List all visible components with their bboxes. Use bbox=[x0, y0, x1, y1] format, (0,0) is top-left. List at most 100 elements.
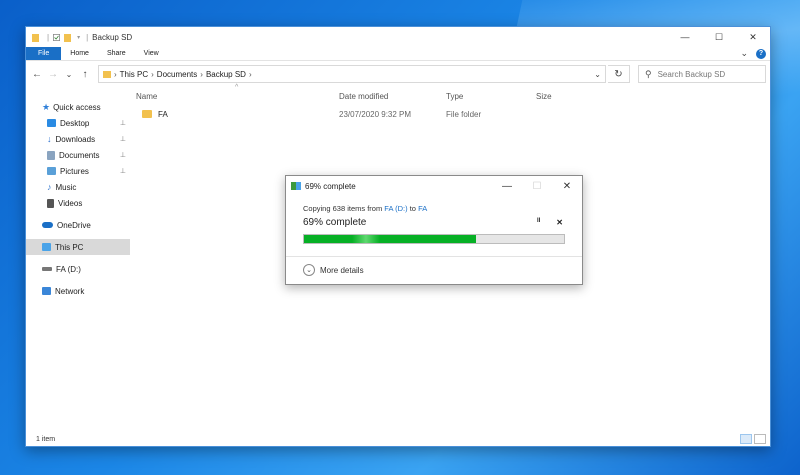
sidebar-item-label: Network bbox=[55, 286, 85, 296]
more-details-label: More details bbox=[320, 265, 364, 275]
folder-icon bbox=[103, 71, 111, 78]
breadcrumb-backup-sd[interactable]: Backup SD bbox=[206, 70, 246, 79]
pin-icon[interactable]: ⊥ bbox=[120, 151, 126, 159]
up-button[interactable]: ↑ bbox=[78, 66, 92, 82]
tab-share[interactable]: Share bbox=[98, 47, 135, 60]
address-dropdown-icon[interactable]: ⌄ bbox=[594, 70, 601, 79]
destination-link[interactable]: FA bbox=[418, 204, 427, 213]
sidebar-item-label: Music bbox=[55, 182, 77, 192]
more-details-button[interactable]: ⌄ More details bbox=[303, 264, 364, 276]
videos-icon bbox=[47, 198, 54, 208]
copy-to-word: to bbox=[407, 204, 419, 213]
search-input[interactable]: ⚲ Search Backup SD bbox=[638, 65, 766, 83]
sidebar-item-network[interactable]: Network bbox=[26, 283, 130, 299]
documents-icon bbox=[47, 150, 55, 160]
folder-icon bbox=[142, 110, 152, 119]
copy-progress-dialog: 69% complete — ☐ ✕ Copying 638 items fro… bbox=[285, 175, 583, 285]
download-icon: ↓ bbox=[47, 134, 52, 144]
column-size[interactable]: Size bbox=[530, 87, 590, 105]
window-title: Backup SD bbox=[92, 32, 133, 42]
navigation-bar: ← → ⌄ ↑ › This PC › Documents › Backup S… bbox=[26, 61, 770, 87]
maximize-button[interactable]: ☐ bbox=[702, 27, 736, 47]
column-headers: Name Date modified Type Size bbox=[130, 87, 770, 105]
breadcrumb-separator[interactable]: › bbox=[249, 70, 252, 79]
refresh-button[interactable]: ↻ bbox=[608, 65, 630, 83]
sidebar-item-label: Downloads bbox=[55, 134, 96, 144]
cloud-icon bbox=[42, 222, 53, 228]
breadcrumb-separator[interactable]: › bbox=[151, 70, 154, 79]
sidebar-item-pictures[interactable]: Pictures ⊥ bbox=[26, 163, 130, 179]
new-folder-icon[interactable] bbox=[64, 33, 72, 42]
computer-icon bbox=[42, 243, 51, 251]
desktop-icon bbox=[47, 119, 56, 127]
file-row[interactable]: FA 23/07/2020 9:32 PM File folder bbox=[130, 105, 770, 123]
minimize-button[interactable]: — bbox=[668, 27, 702, 47]
pin-icon[interactable]: ⊥ bbox=[120, 167, 126, 175]
sidebar-item-label: Quick access bbox=[53, 102, 101, 112]
sort-indicator: ^ bbox=[235, 84, 239, 91]
pin-icon[interactable]: ⊥ bbox=[120, 119, 126, 127]
back-button[interactable]: ← bbox=[30, 66, 44, 82]
folder-icon bbox=[32, 33, 39, 42]
progress-bar bbox=[303, 234, 565, 244]
tab-file[interactable]: File bbox=[26, 47, 62, 60]
expand-ribbon-icon[interactable]: ⌄ bbox=[740, 48, 748, 59]
tab-view[interactable]: View bbox=[135, 47, 168, 60]
search-placeholder: Search Backup SD bbox=[657, 69, 726, 79]
help-icon[interactable]: ? bbox=[756, 48, 766, 59]
column-date-modified[interactable]: Date modified bbox=[333, 87, 440, 105]
sidebar-item-label: OneDrive bbox=[57, 220, 91, 230]
sidebar-item-label: FA (D:) bbox=[56, 264, 81, 274]
pause-button[interactable]: II bbox=[537, 218, 540, 227]
dialog-maximize-button: ☐ bbox=[532, 180, 542, 192]
sidebar-item-desktop[interactable]: Desktop ⊥ bbox=[26, 115, 130, 131]
status-bar: 1 item bbox=[26, 432, 770, 446]
forward-button[interactable]: → bbox=[46, 66, 60, 82]
breadcrumb-documents[interactable]: Documents bbox=[157, 70, 197, 79]
star-icon: ★ bbox=[42, 101, 51, 112]
separator: | bbox=[47, 32, 50, 42]
sidebar-item-label: Videos bbox=[58, 198, 83, 208]
dialog-minimize-button[interactable]: — bbox=[492, 176, 522, 196]
item-count: 1 item bbox=[36, 435, 56, 443]
sidebar-item-quick-access[interactable]: ★ Quick access bbox=[26, 99, 130, 115]
sidebar-item-downloads[interactable]: ↓ Downloads ⊥ bbox=[26, 131, 130, 147]
file-date: 23/07/2020 9:32 PM bbox=[339, 109, 412, 119]
breadcrumb-separator[interactable]: › bbox=[200, 70, 203, 79]
cancel-button[interactable]: ✕ bbox=[556, 218, 563, 227]
large-icons-view-button[interactable] bbox=[754, 434, 766, 444]
address-bar[interactable]: › This PC › Documents › Backup SD › ⌄ bbox=[98, 65, 606, 83]
search-icon: ⚲ bbox=[645, 68, 652, 79]
sidebar-item-label: This PC bbox=[55, 242, 84, 252]
dialog-title: 69% complete bbox=[305, 181, 356, 191]
sidebar-item-music[interactable]: ♪ Music bbox=[26, 179, 130, 195]
sidebar-item-label: Desktop bbox=[60, 118, 90, 128]
ribbon-tabs: File Home Share View ⌄ ? bbox=[26, 47, 770, 61]
breadcrumb-separator[interactable]: › bbox=[114, 70, 117, 79]
pin-icon[interactable]: ⊥ bbox=[120, 135, 126, 143]
sidebar-item-videos[interactable]: Videos bbox=[26, 195, 130, 211]
source-link[interactable]: FA (D:) bbox=[384, 204, 407, 213]
sidebar-item-label: Pictures bbox=[60, 166, 89, 176]
properties-icon[interactable] bbox=[53, 33, 61, 42]
dialog-close-button[interactable]: ✕ bbox=[552, 176, 582, 196]
sidebar-item-this-pc[interactable]: This PC bbox=[26, 239, 130, 255]
tab-home[interactable]: Home bbox=[61, 47, 98, 60]
sidebar-item-documents[interactable]: Documents ⊥ bbox=[26, 147, 130, 163]
breadcrumb-this-pc[interactable]: This PC bbox=[120, 70, 148, 79]
percent-complete: 69% complete bbox=[303, 217, 367, 228]
column-name[interactable]: Name bbox=[130, 87, 333, 105]
music-icon: ♪ bbox=[47, 182, 52, 192]
separator: | bbox=[86, 32, 89, 42]
sidebar-item-label: Documents bbox=[59, 150, 100, 160]
sidebar-item-onedrive[interactable]: OneDrive bbox=[26, 217, 130, 233]
sidebar-item-fa-drive[interactable]: FA (D:) bbox=[26, 261, 130, 277]
customize-quick-access-icon[interactable]: ▾ bbox=[77, 34, 80, 41]
dialog-divider bbox=[286, 256, 582, 257]
recent-locations-button[interactable]: ⌄ bbox=[62, 66, 76, 82]
drive-icon bbox=[42, 267, 52, 271]
column-type[interactable]: Type bbox=[440, 87, 530, 105]
chevron-down-icon: ⌄ bbox=[303, 264, 315, 276]
close-button[interactable]: ✕ bbox=[736, 27, 770, 47]
details-view-button[interactable] bbox=[740, 434, 752, 444]
